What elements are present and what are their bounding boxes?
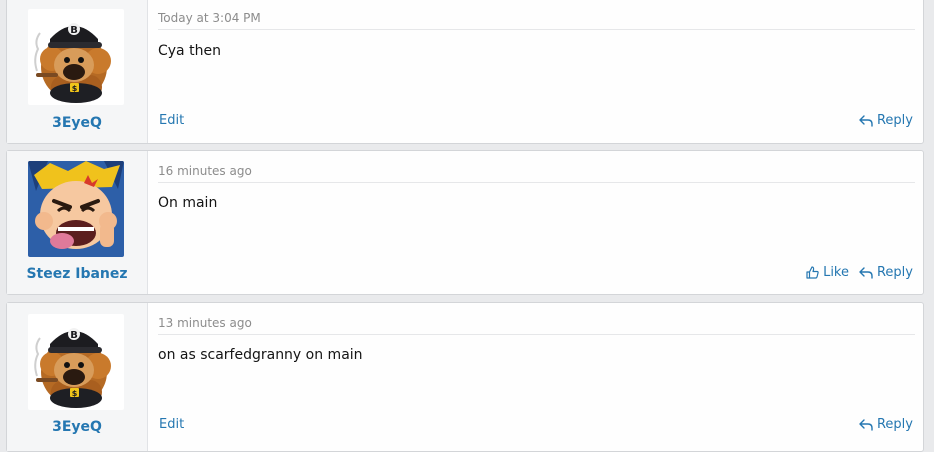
thumbs-up-icon — [806, 266, 819, 279]
message-content: 16 minutes ago On main Like Reply — [148, 151, 923, 294]
message-post: B $ 3EyeQ 13 minutes ago on as scarfedgr… — [6, 302, 924, 452]
reply-label: Reply — [876, 113, 913, 128]
edit-button[interactable]: Edit — [159, 417, 184, 432]
username-link[interactable]: 3EyeQ — [7, 115, 147, 131]
edit-label: Edit — [159, 417, 185, 432]
svg-text:B: B — [70, 25, 78, 36]
reply-label: Reply — [876, 265, 913, 280]
reply-arrow-icon — [859, 418, 873, 431]
edit-label: Edit — [159, 113, 185, 128]
message-user-cell: B $ 3EyeQ — [7, 0, 148, 143]
message-content: Today at 3:04 PM Cya then Edit Reply — [148, 0, 923, 143]
svg-text:$: $ — [72, 389, 78, 398]
reply-button[interactable]: Reply — [859, 113, 913, 128]
svg-text:$: $ — [72, 84, 78, 93]
post-timestamp[interactable]: 13 minutes ago — [158, 316, 915, 335]
message-post: B $ 3EyeQ Today at 3:04 PM Cya then Edit… — [6, 0, 924, 144]
pug-gangster-avatar-icon: B $ — [28, 9, 124, 105]
reply-button[interactable]: Reply — [859, 417, 913, 432]
reply-arrow-icon — [859, 114, 873, 127]
user-avatar[interactable]: B $ — [28, 9, 124, 105]
post-timestamp[interactable]: Today at 3:04 PM — [158, 11, 915, 30]
username-link[interactable]: 3EyeQ — [7, 419, 147, 435]
reply-button[interactable]: Reply — [859, 265, 913, 280]
like-label: Like — [823, 265, 849, 280]
reply-arrow-icon — [859, 266, 873, 279]
message-content: 13 minutes ago on as scarfedgranny on ma… — [148, 303, 923, 451]
edit-button[interactable]: Edit — [159, 113, 184, 128]
user-avatar[interactable]: B $ — [28, 314, 124, 410]
user-avatar[interactable] — [28, 161, 124, 257]
message-user-cell: Steez Ibanez — [7, 151, 148, 294]
message-user-cell: B $ 3EyeQ — [7, 303, 148, 451]
like-button[interactable]: Like — [806, 265, 849, 280]
pug-gangster-avatar-icon: B $ — [28, 314, 124, 410]
username-link[interactable]: Steez Ibanez — [7, 266, 147, 282]
post-body-text: On main — [158, 195, 218, 211]
post-body-text: on as scarfedgranny on main — [158, 347, 363, 363]
message-post: Steez Ibanez 16 minutes ago On main Like… — [6, 150, 924, 295]
post-body-text: Cya then — [158, 43, 221, 59]
post-timestamp[interactable]: 16 minutes ago — [158, 164, 915, 183]
cartoon-face-avatar-icon — [28, 161, 124, 257]
svg-text:B: B — [70, 330, 78, 341]
reply-label: Reply — [876, 417, 913, 432]
